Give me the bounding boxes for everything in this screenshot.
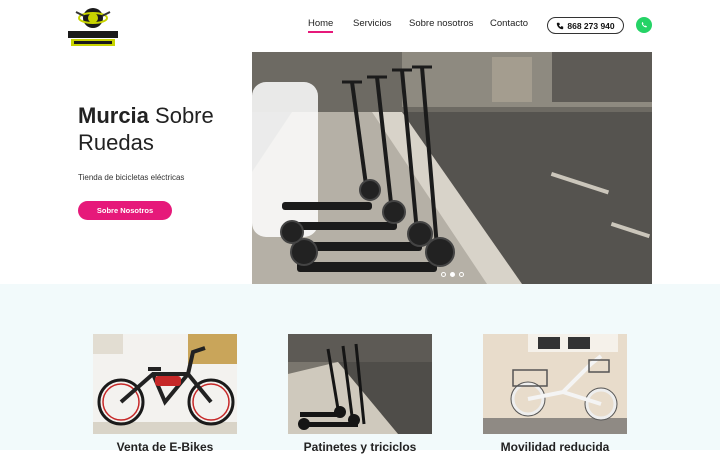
phone-button[interactable]: 868 273 940 (547, 17, 624, 34)
nav-item-servicios[interactable]: Servicios (353, 18, 392, 29)
hero-heading: Murcia Sobre Ruedas (78, 102, 248, 156)
site-logo[interactable] (66, 4, 120, 48)
hero-slider-image (252, 52, 652, 284)
service-title-ebikes[interactable]: Venta de E-Bikes (80, 440, 250, 454)
slider-dot[interactable] (441, 272, 446, 277)
slider-dot[interactable] (459, 272, 464, 277)
nav-item-sobre-nosotros[interactable]: Sobre nosotros (409, 18, 473, 29)
service-title-movilidad[interactable]: Movilidad reducida (470, 440, 640, 454)
service-image-ebikes[interactable] (93, 334, 237, 434)
phone-number: 868 273 940 (567, 20, 615, 31)
service-image-patinetes[interactable] (288, 334, 432, 434)
service-title-patinetes[interactable]: Patinetes y triciclos (275, 440, 445, 454)
slider-dots (441, 272, 464, 277)
nav-item-home[interactable]: Home (308, 18, 334, 33)
service-image-movilidad[interactable] (483, 334, 627, 434)
site-header: Home Servicios Sobre nosotros Contacto 8… (0, 0, 720, 52)
hero-title-bold: Murcia (78, 103, 149, 128)
slider-dot-active[interactable] (450, 272, 455, 277)
phone-icon (557, 22, 564, 29)
sobre-nosotros-button[interactable]: Sobre Nosotros (78, 201, 172, 220)
hero-subtitle: Tienda de bicicletas eléctricas (78, 173, 185, 182)
nav-item-contacto[interactable]: Contacto (490, 18, 528, 29)
whatsapp-icon[interactable] (636, 17, 652, 33)
